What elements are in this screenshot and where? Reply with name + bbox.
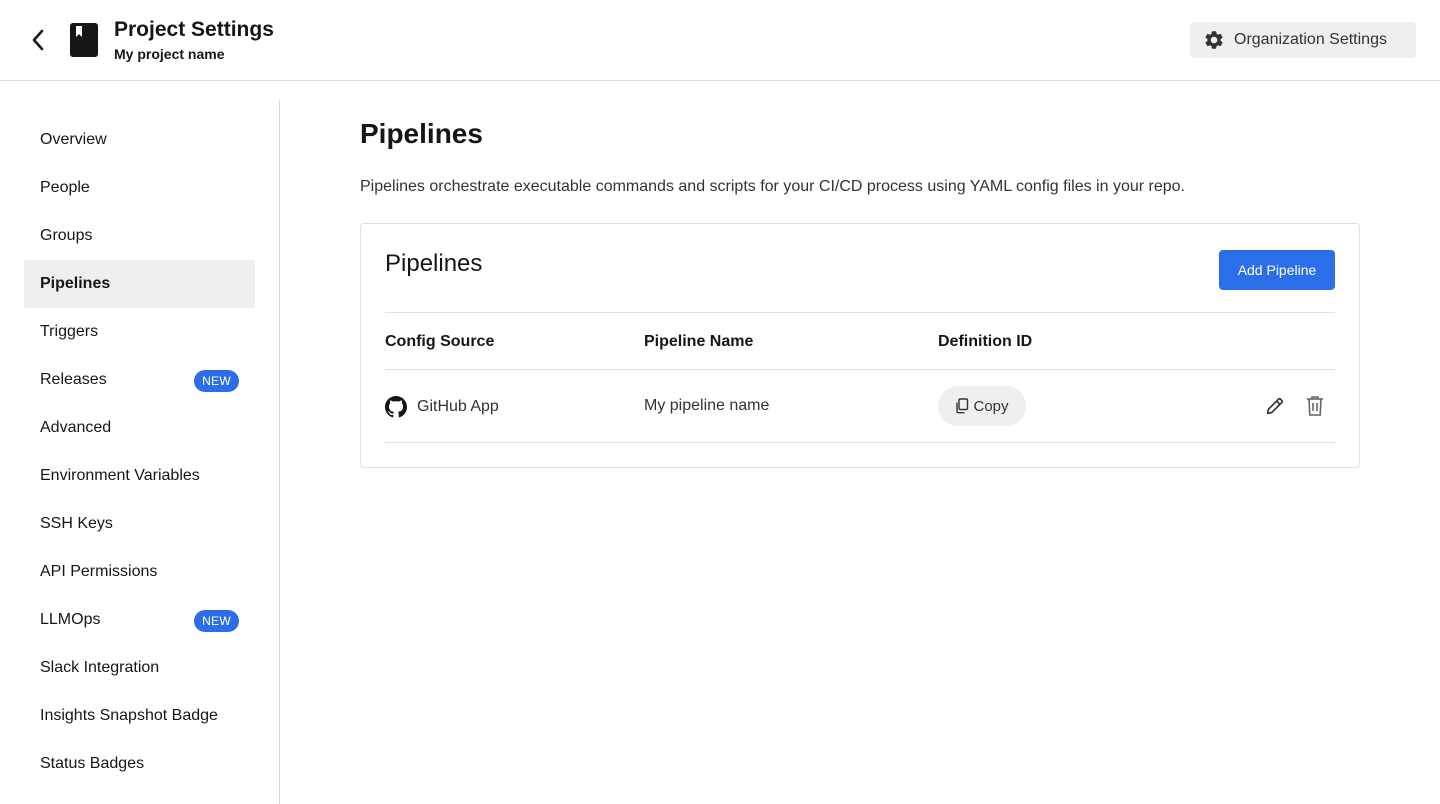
sidebar-item-label: Slack Integration bbox=[40, 659, 160, 676]
sidebar-item-slack-integration[interactable]: Slack Integration bbox=[24, 644, 255, 692]
sidebar-item-status-badges[interactable]: Status Badges bbox=[24, 740, 255, 788]
sidebar-item-label: SSH Keys bbox=[40, 515, 113, 532]
sidebar-item-label: API Permissions bbox=[40, 563, 158, 580]
settings-sidebar: Overview People Groups Pipelines Trigger… bbox=[0, 100, 280, 804]
gear-icon bbox=[1203, 29, 1225, 51]
new-badge: NEW bbox=[194, 370, 239, 392]
sidebar-item-insights-snapshot-badge[interactable]: Insights Snapshot Badge bbox=[24, 692, 255, 740]
pipeline-name-cell: My pipeline name bbox=[644, 397, 770, 414]
sidebar-item-label: Groups bbox=[40, 227, 93, 244]
sidebar-item-label: Advanced bbox=[40, 419, 112, 436]
sidebar-item-people[interactable]: People bbox=[24, 164, 255, 212]
trash-icon bbox=[1307, 396, 1323, 416]
organization-settings-button[interactable]: Organization Settings bbox=[1190, 22, 1416, 58]
sidebar-item-label: Overview bbox=[40, 131, 107, 148]
project-book-icon bbox=[70, 23, 98, 57]
column-header-config-source: Config Source bbox=[385, 333, 495, 350]
copy-label: Copy bbox=[973, 397, 1009, 415]
table-divider bbox=[385, 369, 1335, 370]
pencil-icon bbox=[1266, 398, 1283, 415]
sidebar-item-triggers[interactable]: Triggers bbox=[24, 308, 255, 356]
table-divider bbox=[385, 312, 1335, 313]
sidebar-item-label: Releases bbox=[40, 371, 107, 388]
page-description: Pipelines orchestrate executable command… bbox=[360, 178, 1185, 195]
add-pipeline-button[interactable]: Add Pipeline bbox=[1219, 250, 1335, 290]
sidebar-item-ssh-keys[interactable]: SSH Keys bbox=[24, 500, 255, 548]
chevron-left-icon bbox=[32, 29, 44, 51]
copy-definition-id-button[interactable]: Copy bbox=[938, 386, 1026, 426]
sidebar-item-releases[interactable]: Releases NEW bbox=[24, 356, 255, 404]
sidebar-item-label: Triggers bbox=[40, 323, 99, 340]
sidebar-item-label: People bbox=[40, 179, 90, 196]
sidebar-item-api-permissions[interactable]: API Permissions bbox=[24, 548, 255, 596]
sidebar-item-environment-variables[interactable]: Environment Variables bbox=[24, 452, 255, 500]
new-badge: NEW bbox=[194, 610, 239, 632]
sidebar-item-label: Environment Variables bbox=[40, 467, 200, 484]
config-source-label: GitHub App bbox=[417, 398, 499, 415]
config-source-cell: GitHub App bbox=[385, 396, 499, 418]
sidebar-item-label: Status Badges bbox=[40, 755, 145, 772]
delete-pipeline-button[interactable] bbox=[1303, 394, 1327, 418]
table-divider bbox=[385, 442, 1335, 443]
sidebar-item-label: Insights Snapshot Badge bbox=[40, 707, 218, 724]
top-header: Project Settings My project name Organiz… bbox=[0, 0, 1440, 81]
column-header-pipeline-name: Pipeline Name bbox=[644, 333, 754, 350]
sidebar-item-advanced[interactable]: Advanced bbox=[24, 404, 255, 452]
edit-pipeline-button[interactable] bbox=[1263, 394, 1287, 418]
back-button[interactable] bbox=[24, 26, 52, 54]
sidebar-item-llmops[interactable]: LLMOps NEW bbox=[24, 596, 255, 644]
copy-icon bbox=[955, 398, 969, 414]
sidebar-item-label: LLMOps bbox=[40, 611, 101, 628]
organization-settings-label: Organization Settings bbox=[1234, 31, 1387, 48]
sidebar-item-groups[interactable]: Groups bbox=[24, 212, 255, 260]
page-header-title: Project Settings bbox=[114, 18, 274, 41]
project-name: My project name bbox=[114, 46, 225, 62]
sidebar-item-pipelines[interactable]: Pipelines bbox=[24, 260, 255, 308]
card-title: Pipelines bbox=[385, 250, 483, 277]
sidebar-item-overview[interactable]: Overview bbox=[24, 116, 255, 164]
github-icon bbox=[385, 396, 407, 418]
sidebar-item-label: Pipelines bbox=[40, 275, 111, 292]
column-header-definition-id: Definition ID bbox=[938, 333, 1033, 350]
page-title: Pipelines bbox=[360, 118, 483, 149]
pipelines-card: Pipelines Add Pipeline Config Source Pip… bbox=[360, 223, 1360, 468]
